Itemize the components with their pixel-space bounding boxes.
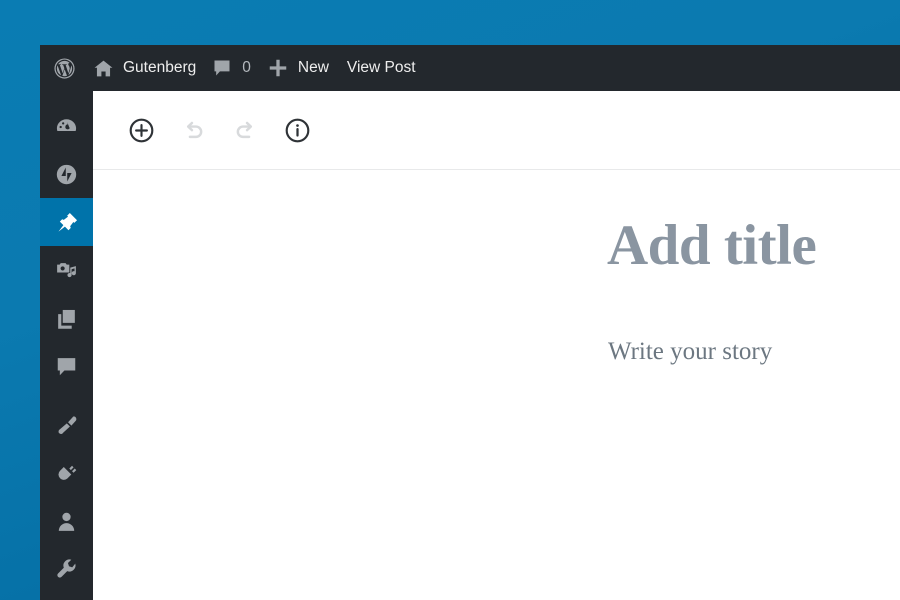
view-post-label: View Post (346, 59, 416, 76)
sidebar-item-jetpack[interactable] (40, 150, 93, 198)
wrench-icon (54, 557, 79, 582)
sidebar-item-pages[interactable] (40, 294, 93, 342)
plug-icon (54, 461, 79, 486)
comment-bubble-icon (212, 58, 232, 78)
wordpress-admin-window: Gutenberg 0 New View Post Add title Writ… (40, 45, 900, 600)
pin-icon (54, 210, 79, 235)
media-camera-music-icon (54, 258, 79, 283)
sidebar-item-appearance[interactable] (40, 401, 93, 449)
info-circle-icon (284, 117, 311, 144)
block-editor: Add title Write your story (93, 91, 900, 600)
plus-icon (267, 57, 289, 79)
admin-bar: Gutenberg 0 New View Post (40, 45, 900, 91)
comments-bubble-button[interactable]: 0 (206, 45, 259, 91)
wordpress-logo-icon (53, 57, 76, 80)
menu-spacer-middle (40, 390, 93, 401)
editor-canvas[interactable]: Add title Write your story (93, 170, 900, 599)
redo-arrow-icon (232, 117, 259, 144)
comments-count: 0 (242, 59, 251, 76)
sidebar-item-comments[interactable] (40, 342, 93, 390)
editor-toolbar (93, 91, 900, 170)
undo-arrow-icon (180, 117, 207, 144)
user-icon (54, 509, 79, 534)
undo-button[interactable] (171, 108, 215, 152)
menu-spacer-top (40, 91, 93, 102)
content-structure-button[interactable] (275, 108, 319, 152)
plus-circle-icon (128, 117, 155, 144)
site-name-label: Gutenberg (123, 59, 197, 76)
view-post-button[interactable]: View Post (339, 45, 428, 91)
sidebar-item-dashboard[interactable] (40, 102, 93, 150)
dashboard-gauge-icon (54, 114, 79, 139)
admin-sidebar-menu (40, 91, 101, 600)
sidebar-item-media[interactable] (40, 246, 93, 294)
post-title-placeholder[interactable]: Add title (607, 170, 900, 278)
home-icon (93, 58, 114, 79)
jetpack-icon (54, 162, 79, 187)
wordpress-logo-button[interactable] (40, 45, 89, 91)
pages-stack-icon (54, 306, 79, 331)
sidebar-item-posts[interactable] (40, 198, 101, 246)
site-name-button[interactable]: Gutenberg (89, 45, 206, 91)
new-content-button[interactable]: New (259, 45, 339, 91)
new-content-label: New (297, 59, 329, 76)
paintbrush-icon (54, 413, 79, 438)
sidebar-item-tools[interactable] (40, 545, 93, 593)
redo-button[interactable] (223, 108, 267, 152)
add-block-button[interactable] (119, 108, 163, 152)
post-body-placeholder[interactable]: Write your story (607, 278, 900, 369)
comment-bubble-icon (54, 354, 79, 379)
sidebar-item-users[interactable] (40, 497, 93, 545)
sidebar-item-plugins[interactable] (40, 449, 93, 497)
